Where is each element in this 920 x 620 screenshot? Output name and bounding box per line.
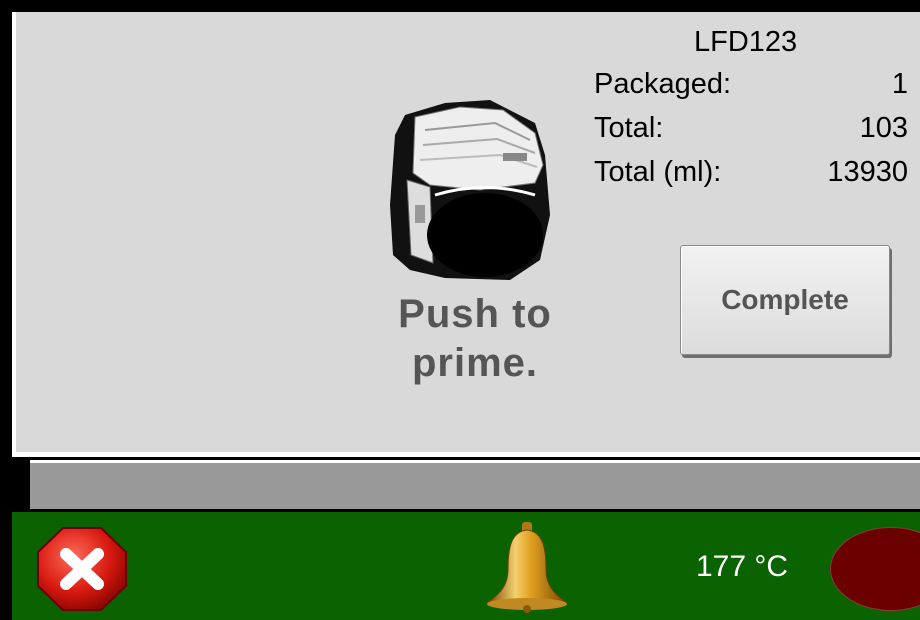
total-label: Total: [594, 112, 664, 144]
total-ml-label: Total (ml): [594, 156, 722, 188]
pump-cartridge-icon[interactable] [385, 95, 555, 285]
divider [12, 452, 920, 457]
packaged-row: Packaged: 1 [594, 68, 920, 108]
close-icon[interactable] [36, 526, 128, 612]
complete-button[interactable]: Complete [680, 245, 890, 355]
packaged-value: 1 [891, 68, 908, 100]
total-value: 103 [859, 112, 908, 144]
total-ml-value: 13930 [827, 156, 908, 188]
prime-line-1: Push to [398, 292, 552, 336]
temperature-readout: 177 °C [696, 550, 789, 583]
total-ml-row: Total (ml): 13930 [594, 156, 920, 196]
prime-line-2: prime. [411, 341, 539, 385]
bell-icon[interactable] [482, 520, 572, 614]
packaged-label: Packaged: [594, 68, 732, 100]
total-row: Total: 103 [594, 112, 920, 152]
prime-instruction: Push to prime. [340, 290, 610, 388]
progress-bar [30, 460, 920, 509]
product-code: LFD123 [694, 26, 798, 58]
